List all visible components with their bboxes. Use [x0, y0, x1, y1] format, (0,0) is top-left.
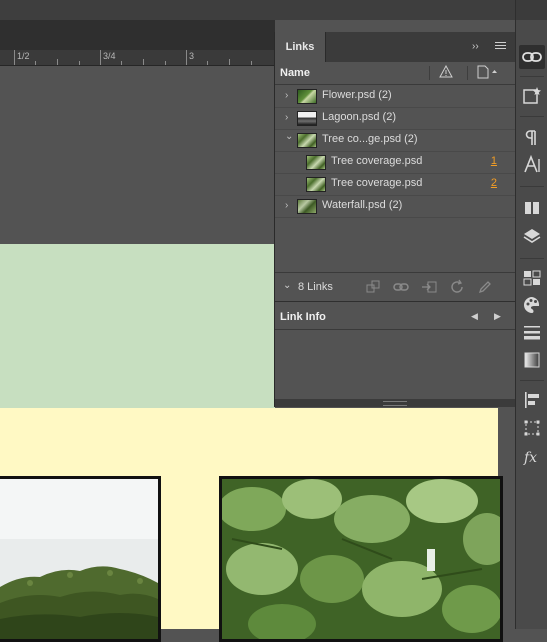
- link-name: Tree coverage.psd: [331, 155, 423, 167]
- pages-icon[interactable]: [522, 198, 542, 218]
- dock-divider: [520, 116, 544, 117]
- link-name: Waterfall.psd (2): [322, 199, 403, 211]
- transform-icon[interactable]: [522, 418, 542, 438]
- link-row[interactable]: › Lagoon.psd (2): [275, 107, 516, 130]
- dock-divider: [520, 258, 544, 259]
- link-name: Lagoon.psd (2): [322, 111, 396, 123]
- column-header: Name: [275, 62, 516, 85]
- document-tab-strip: [0, 20, 275, 50]
- link-row[interactable]: › Flower.psd (2): [275, 85, 516, 108]
- link-instance-row[interactable]: Tree coverage.psd 1: [275, 151, 516, 174]
- links-panel: Links ›› Name › Flower.psd (2) › Lagoon.psd…: [274, 32, 516, 407]
- link-name: Flower.psd (2): [322, 89, 392, 101]
- collapse-panel-button[interactable]: ››: [472, 41, 479, 52]
- chevron-down-icon[interactable]: ⌄: [283, 280, 291, 291]
- link-instance-row[interactable]: Tree coverage.psd 2: [275, 173, 516, 196]
- swatches-icon[interactable]: [522, 268, 542, 288]
- link-name: Tree co...ge.psd (2): [322, 133, 418, 145]
- link-info-section[interactable]: Link Info ◀ ▶: [275, 305, 516, 330]
- ruler-minor-tick: [229, 59, 230, 65]
- ruler-minor-tick: [207, 61, 208, 65]
- link-thumbnail: [297, 89, 317, 104]
- expand-chevron-right-icon[interactable]: ›: [285, 112, 288, 123]
- dock-divider: [520, 380, 544, 381]
- cc-libraries-icon[interactable]: [522, 86, 542, 106]
- horizontal-ruler[interactable]: 1/2 3/4 3: [0, 50, 275, 66]
- panel-dock: fx: [515, 0, 547, 629]
- link-thumbnail: [306, 177, 326, 192]
- expand-chevron-right-icon[interactable]: ›: [285, 90, 288, 101]
- green-frame[interactable]: [0, 244, 275, 408]
- update-link-icon[interactable]: [449, 279, 465, 295]
- ruler-minor-tick: [121, 61, 122, 65]
- relink-icon[interactable]: [393, 279, 409, 295]
- ruler-tick: [14, 50, 15, 65]
- ruler-minor-tick: [165, 61, 166, 65]
- ruler-minor-tick: [35, 61, 36, 65]
- dock-divider: [520, 76, 544, 77]
- resize-grip-icon[interactable]: [383, 401, 407, 406]
- stroke-icon[interactable]: [522, 322, 542, 342]
- column-divider: [429, 66, 430, 80]
- ruler-label: 3/4: [103, 51, 116, 61]
- page-column-icon[interactable]: [477, 65, 497, 82]
- links-icon[interactable]: [519, 45, 545, 69]
- page-number-link[interactable]: 1: [491, 155, 497, 167]
- link-row[interactable]: › Waterfall.psd (2): [275, 195, 516, 218]
- layers-icon[interactable]: [522, 226, 542, 246]
- tab-links[interactable]: Links: [275, 32, 326, 62]
- page-number-link[interactable]: 2: [491, 177, 497, 189]
- expand-chevron-down-icon[interactable]: ⌄: [285, 131, 293, 142]
- link-thumbnail: [297, 199, 317, 214]
- go-to-link-icon[interactable]: [421, 279, 437, 295]
- ruler-tick: [100, 50, 101, 65]
- links-footer: ⌄ 8 Links: [275, 272, 516, 302]
- link-name: Tree coverage.psd: [331, 177, 423, 189]
- color-icon[interactable]: [522, 295, 542, 315]
- dock-grip[interactable]: [516, 0, 547, 20]
- svg-text:fx: fx: [523, 450, 537, 466]
- edit-original-icon[interactable]: [477, 279, 493, 295]
- previous-link-button[interactable]: ◀: [471, 311, 478, 322]
- link-thumbnail: [297, 133, 317, 148]
- link-thumbnail: [306, 155, 326, 170]
- leaves-photo[interactable]: [219, 476, 503, 642]
- link-row[interactable]: ⌄ Tree co...ge.psd (2): [275, 129, 516, 152]
- panel-menu-icon[interactable]: [495, 42, 506, 52]
- column-name-label[interactable]: Name: [280, 67, 310, 79]
- link-info-label: Link Info: [280, 311, 326, 323]
- ruler-label: 1/2: [17, 51, 30, 61]
- ruler-minor-tick: [251, 61, 252, 65]
- links-count: 8 Links: [298, 281, 333, 293]
- character-icon[interactable]: [522, 154, 542, 175]
- panel-resize-bar[interactable]: [275, 399, 516, 407]
- paragraph-icon[interactable]: [522, 128, 542, 148]
- next-link-button[interactable]: ▶: [494, 311, 501, 322]
- dock-divider: [520, 186, 544, 187]
- ruler-tick: [186, 50, 187, 65]
- effects-icon[interactable]: fx: [522, 447, 542, 467]
- gradient-icon[interactable]: [522, 350, 542, 370]
- align-icon[interactable]: [522, 390, 542, 410]
- expand-chevron-right-icon[interactable]: ›: [285, 200, 288, 211]
- relink-from-cc-icon[interactable]: [365, 279, 381, 295]
- warning-icon[interactable]: [439, 64, 453, 82]
- column-divider: [467, 66, 468, 80]
- application-bar: [0, 0, 515, 20]
- ruler-minor-tick: [79, 61, 80, 65]
- hillside-photo[interactable]: [0, 476, 161, 642]
- pasteboard[interactable]: [0, 66, 275, 244]
- panel-tab-bar: Links ››: [275, 32, 516, 62]
- ruler-minor-tick: [143, 59, 144, 65]
- link-thumbnail: [297, 111, 317, 126]
- ruler-label: 3: [189, 51, 195, 61]
- ruler-minor-tick: [57, 59, 58, 65]
